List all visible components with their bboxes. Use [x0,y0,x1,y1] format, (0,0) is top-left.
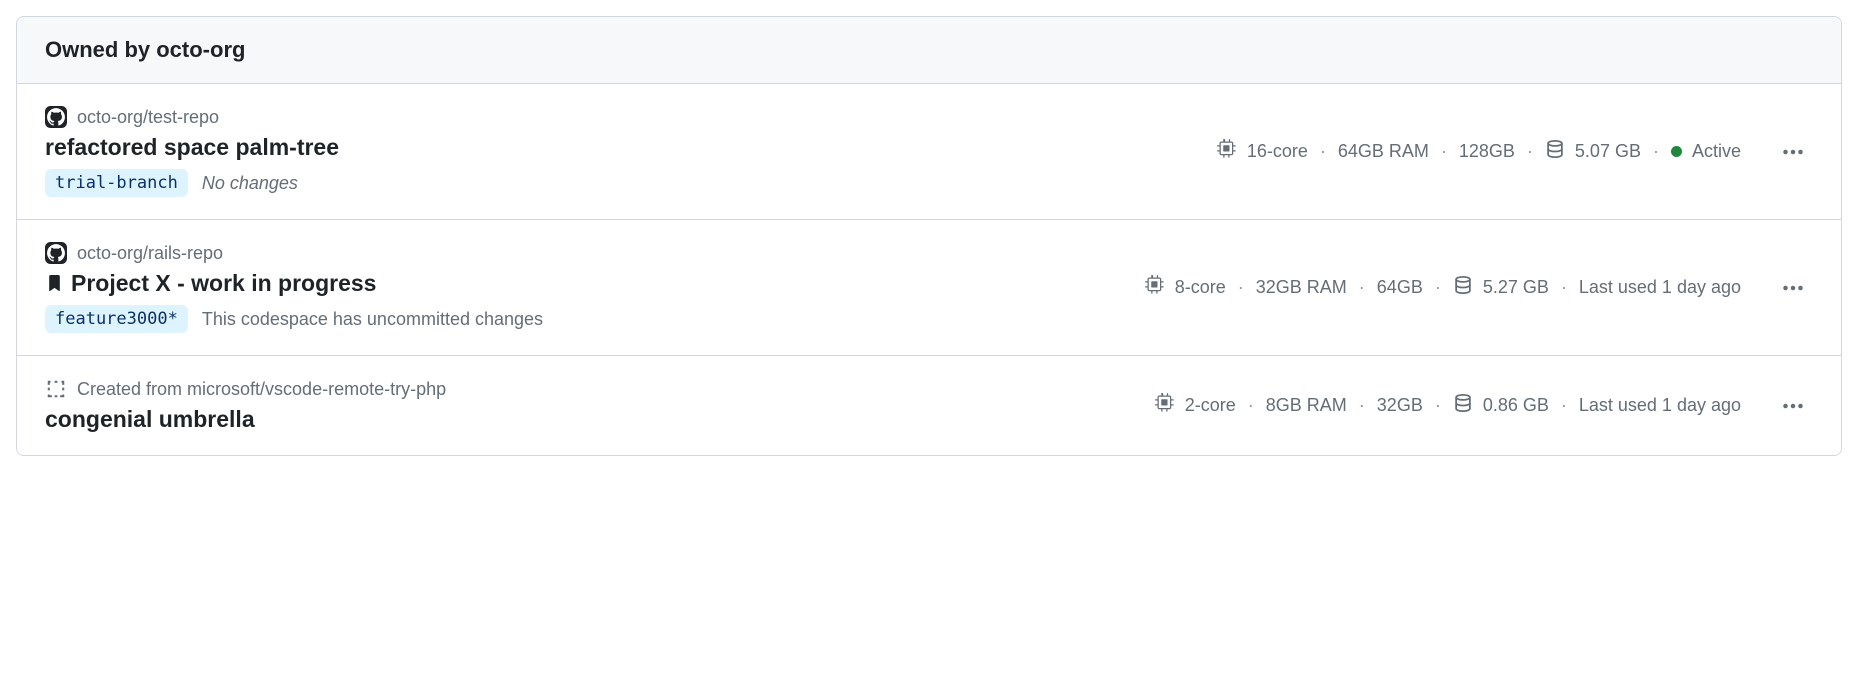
status-group: Active [1671,141,1741,162]
github-avatar-icon [45,106,67,128]
github-avatar-icon [45,242,67,264]
panel-header: Owned by octo-org [17,17,1841,84]
cpu-icon [1155,393,1175,418]
status-label: Last used 1 day ago [1579,277,1741,298]
branch-line: trial-branch No changes [45,169,339,197]
database-icon [1453,393,1473,418]
separator-dot: · [1439,141,1449,162]
bookmark-icon [45,275,63,293]
codespace-name-link[interactable]: Project X - work in progress [71,270,376,297]
branch-chip[interactable]: feature3000* [45,305,188,333]
cpu-icon [1217,139,1237,164]
separator-dot: · [1559,395,1569,416]
repo-line: octo-org/rails-repo [45,242,543,264]
panel-title: Owned by octo-org [45,37,1813,63]
codespace-row: octo-org/rails-repo Project X - work in … [17,220,1841,356]
storage-group: 5.27 GB [1453,275,1549,300]
storage-size: 0.86 GB [1483,395,1549,416]
repo-link[interactable]: octo-org/test-repo [77,107,219,128]
storage-group: 5.07 GB [1545,139,1641,164]
separator-dot: · [1236,277,1246,298]
codespaces-panel: Owned by octo-org octo-org/test-repo ref… [16,16,1842,456]
storage-group: 0.86 GB [1453,393,1549,418]
storage-size: 5.27 GB [1483,277,1549,298]
name-line: congenial umbrella [45,406,446,433]
spec-ram: 32GB RAM [1256,277,1347,298]
separator-dot: · [1246,395,1256,416]
spec-cores: 16-core [1247,141,1308,162]
row-left: octo-org/rails-repo Project X - work in … [45,242,543,333]
row-right: 2-core · 8GB RAM · 32GB · 0.86 GB · Last… [1155,388,1813,424]
row-right: 16-core · 64GB RAM · 128GB · 5.07 GB · A… [1217,134,1813,170]
machine-specs[interactable]: 2-core · 8GB RAM · 32GB [1155,393,1423,418]
status-label: Active [1692,141,1741,162]
spec-cores: 8-core [1175,277,1226,298]
spec-ram: 8GB RAM [1266,395,1347,416]
spec-disk: 64GB [1377,277,1423,298]
template-repo-icon [45,378,67,400]
separator-dot: · [1433,277,1443,298]
row-right: 8-core · 32GB RAM · 64GB · 5.27 GB · Las… [1145,270,1813,306]
more-actions-button[interactable] [1773,134,1813,170]
codespace-row: Created from microsoft/vscode-remote-try… [17,356,1841,455]
codespace-name-link[interactable]: congenial umbrella [45,406,255,433]
name-line: Project X - work in progress [45,270,543,297]
status-dot-icon [1671,146,1682,157]
codespace-name-link[interactable]: refactored space palm-tree [45,134,339,161]
separator-dot: · [1318,141,1328,162]
more-actions-button[interactable] [1773,270,1813,306]
separator-dot: · [1525,141,1535,162]
database-icon [1545,139,1565,164]
repo-line: octo-org/test-repo [45,106,339,128]
repo-link[interactable]: Created from microsoft/vscode-remote-try… [77,379,446,400]
branch-status: This codespace has uncommitted changes [202,309,543,330]
spec-cores: 2-core [1185,395,1236,416]
repo-link[interactable]: octo-org/rails-repo [77,243,223,264]
spec-disk: 128GB [1459,141,1515,162]
separator-dot: · [1651,141,1661,162]
branch-status: No changes [202,173,298,194]
row-left: octo-org/test-repo refactored space palm… [45,106,339,197]
machine-specs[interactable]: 8-core · 32GB RAM · 64GB [1145,275,1423,300]
row-left: Created from microsoft/vscode-remote-try… [45,378,446,433]
separator-dot: · [1559,277,1569,298]
database-icon [1453,275,1473,300]
repo-line: Created from microsoft/vscode-remote-try… [45,378,446,400]
separator-dot: · [1357,277,1367,298]
status-label: Last used 1 day ago [1579,395,1741,416]
separator-dot: · [1357,395,1367,416]
machine-specs[interactable]: 16-core · 64GB RAM · 128GB [1217,139,1515,164]
separator-dot: · [1433,395,1443,416]
cpu-icon [1145,275,1165,300]
branch-chip[interactable]: trial-branch [45,169,188,197]
name-line: refactored space palm-tree [45,134,339,161]
storage-size: 5.07 GB [1575,141,1641,162]
more-actions-button[interactable] [1773,388,1813,424]
codespace-row: octo-org/test-repo refactored space palm… [17,84,1841,220]
branch-line: feature3000* This codespace has uncommit… [45,305,543,333]
spec-disk: 32GB [1377,395,1423,416]
spec-ram: 64GB RAM [1338,141,1429,162]
